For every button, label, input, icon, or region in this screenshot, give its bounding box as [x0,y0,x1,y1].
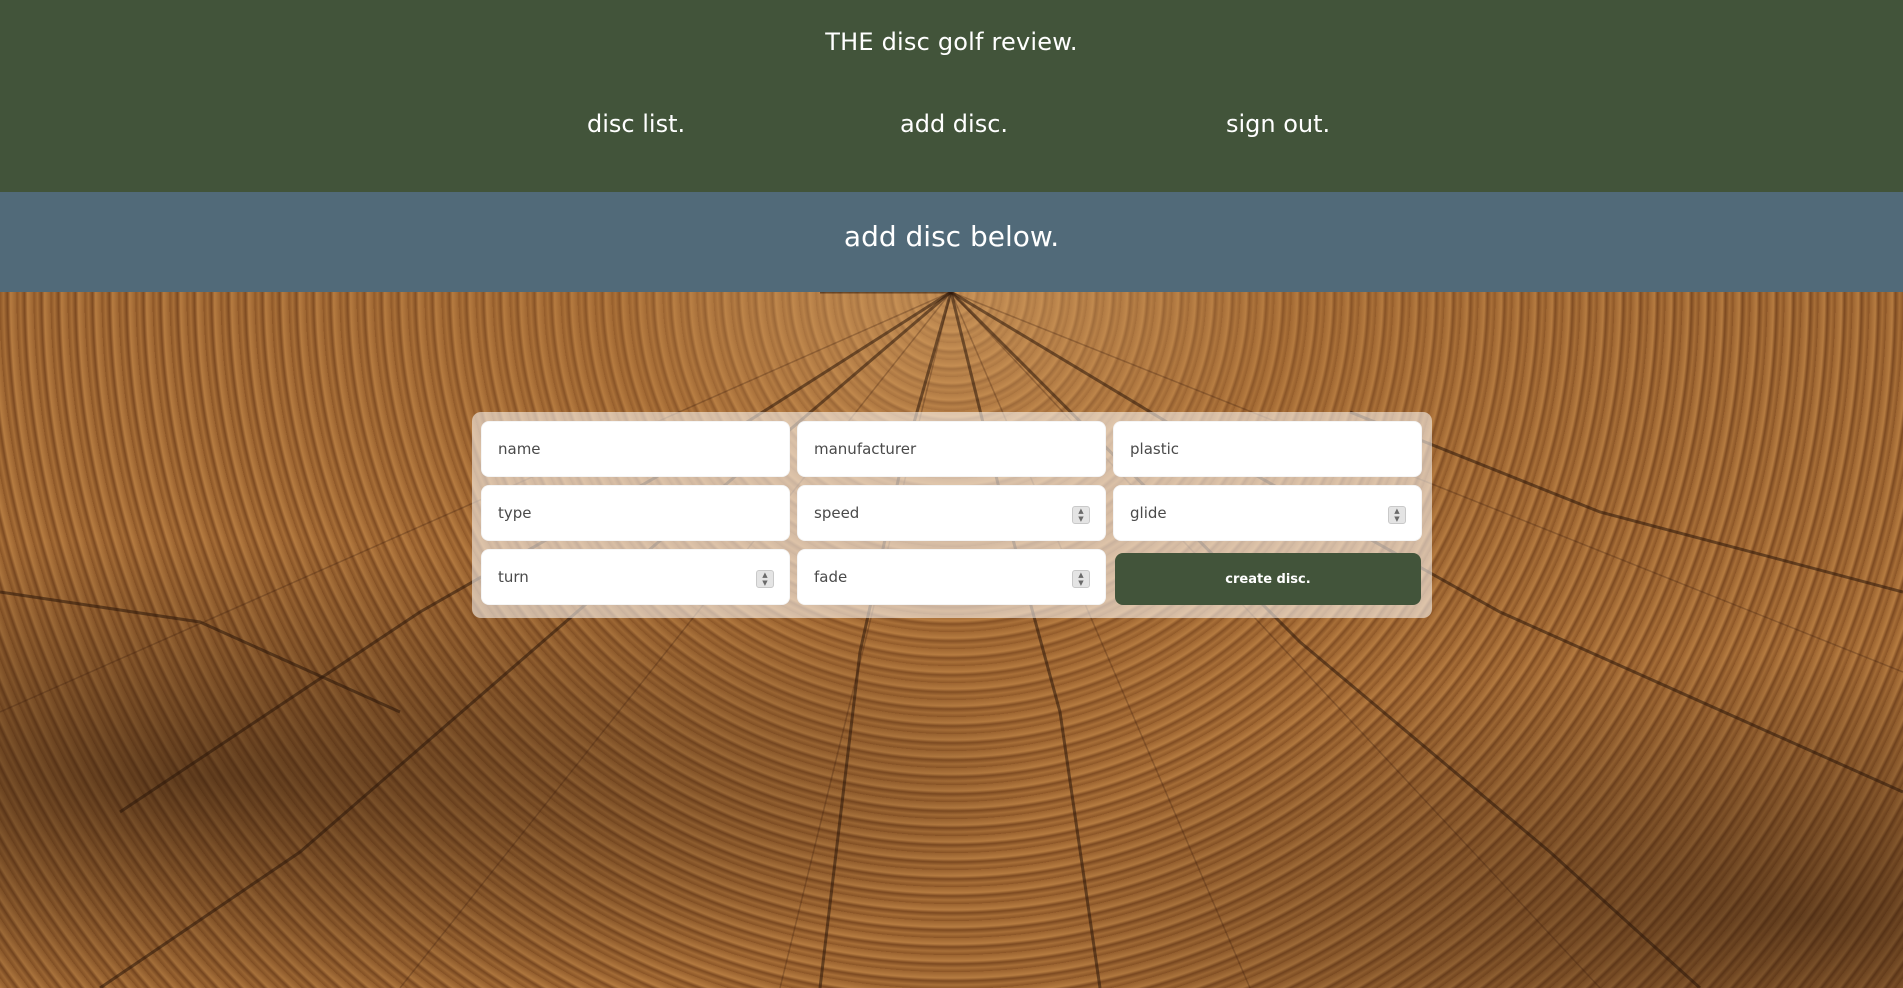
nav-disc-list-link[interactable]: disc list. [587,110,685,138]
fade-field-wrapper: ▲▼ [797,549,1106,605]
speed-field-wrapper: ▲▼ [797,485,1106,541]
chevron-down-icon: ▼ [762,579,768,587]
wood-crack-lines [0,292,1903,988]
turn-field-wrapper: ▲▼ [481,549,790,605]
glide-input[interactable] [1114,486,1421,540]
fade-stepper[interactable]: ▲ ▼ [1072,570,1090,588]
chevron-down-icon: ▼ [1078,579,1084,587]
plastic-input[interactable] [1114,422,1421,476]
name-input[interactable] [482,422,789,476]
chevron-down-icon: ▼ [1394,515,1400,523]
page-title: add disc below. [843,220,1060,253]
chevron-up-icon: ▲ [762,571,768,579]
nav-add-disc-link[interactable]: add disc. [900,110,1008,138]
nav-sign-out-link[interactable]: sign out. [1226,110,1330,138]
chevron-down-icon: ▼ [1078,515,1084,523]
name-field-wrapper [481,421,790,477]
site-header: THE disc golf review. disc list. add dis… [0,0,1903,192]
page-banner: add disc below. [0,192,1903,292]
speed-input[interactable] [798,486,1105,540]
speed-stepper[interactable]: ▲ ▼ [1072,506,1090,524]
plastic-field-wrapper [1113,421,1422,477]
add-disc-form: ▲▼ ▲▼ ▲▼ ▲▼ create disc. [472,412,1432,618]
chevron-up-icon: ▲ [1078,571,1084,579]
wood-background-image [0,292,1903,988]
manufacturer-input[interactable] [798,422,1105,476]
glide-stepper[interactable]: ▲ ▼ [1388,506,1406,524]
chevron-up-icon: ▲ [1078,507,1084,515]
type-field-wrapper [481,485,790,541]
fade-input[interactable] [798,550,1105,604]
manufacturer-field-wrapper [797,421,1106,477]
glide-field-wrapper: ▲▼ [1113,485,1422,541]
turn-input[interactable] [482,550,789,604]
site-title: THE disc golf review. [825,28,1078,56]
type-input[interactable] [482,486,789,540]
turn-stepper[interactable]: ▲ ▼ [756,570,774,588]
chevron-up-icon: ▲ [1394,507,1400,515]
create-disc-button[interactable]: create disc. [1115,553,1421,605]
